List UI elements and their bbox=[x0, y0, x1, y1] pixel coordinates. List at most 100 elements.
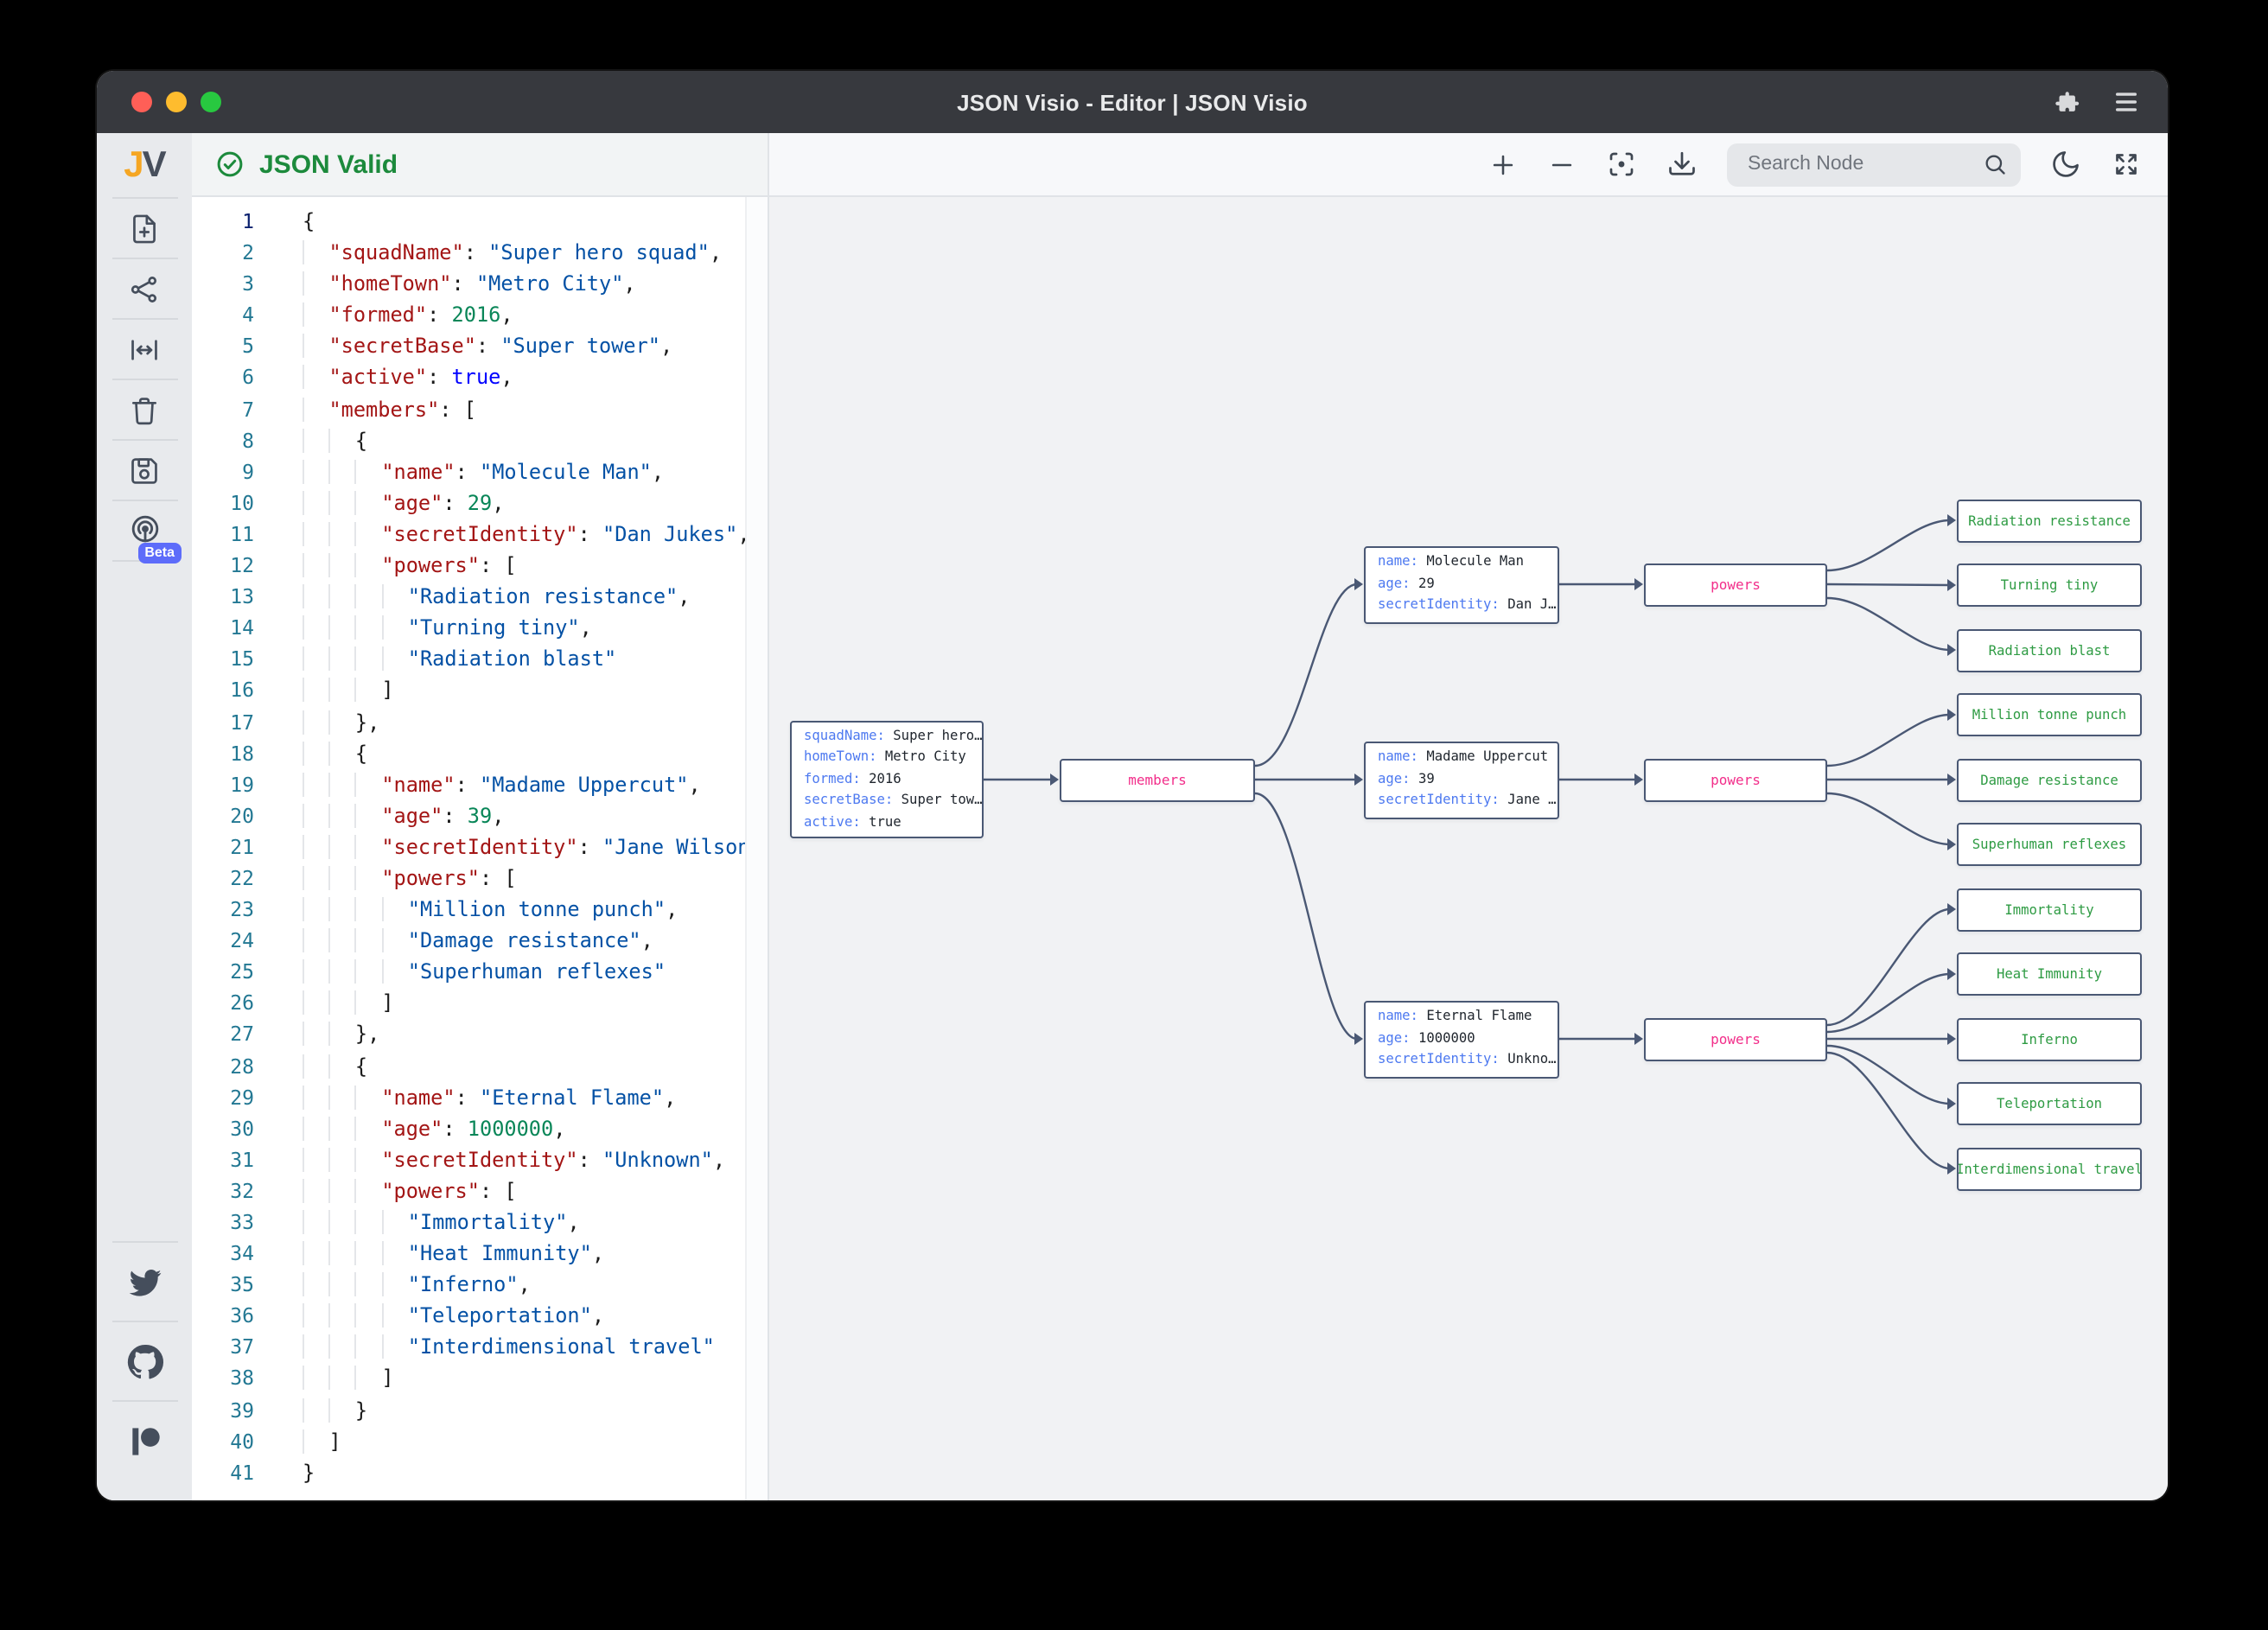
editor-line[interactable]: 5 "secretBase": "Super tower", bbox=[192, 331, 768, 362]
zoom-in-button[interactable] bbox=[1488, 150, 1518, 179]
editor-line[interactable]: 30 "age": 1000000, bbox=[192, 1112, 768, 1143]
graph-node-p1[interactable]: powers bbox=[1644, 563, 1827, 606]
graph-node-m3[interactable]: name: Eternal Flameage: 1000000secretIde… bbox=[1364, 1000, 1559, 1078]
editor-line[interactable]: 10 "age": 29, bbox=[192, 487, 768, 519]
editor-line[interactable]: 12 "powers": [ bbox=[192, 550, 768, 581]
editor-line[interactable]: 13 "Radiation resistance", bbox=[192, 581, 768, 612]
clear-json-button[interactable] bbox=[97, 380, 192, 439]
editor-line[interactable]: 28 { bbox=[192, 1050, 768, 1081]
graph-node-l3[interactable]: Radiation blast bbox=[1957, 628, 2142, 672]
graph-node-p3[interactable]: powers bbox=[1644, 1017, 1827, 1060]
graph-node-members[interactable]: members bbox=[1060, 758, 1255, 801]
editor-line[interactable]: 9 "name": "Molecule Man", bbox=[192, 456, 768, 487]
editor-line[interactable]: 2 "squadName": "Super hero squad", bbox=[192, 237, 768, 268]
editor-line[interactable]: 31 "secretIdentity": "Unknown", bbox=[192, 1144, 768, 1175]
graph-node-l5[interactable]: Damage resistance bbox=[1957, 758, 2142, 801]
editor-line[interactable]: 6 "active": true, bbox=[192, 362, 768, 393]
fit-width-icon bbox=[128, 333, 161, 366]
sidebar: JV bbox=[97, 133, 192, 1500]
editor-line[interactable]: 39 } bbox=[192, 1394, 768, 1425]
search-node-box bbox=[1727, 143, 2021, 186]
dark-mode-button[interactable] bbox=[2050, 149, 2081, 180]
api-beta-button[interactable]: Beta bbox=[97, 501, 192, 560]
editor-line[interactable]: 20 "age": 39, bbox=[192, 800, 768, 831]
line-number: 28 bbox=[192, 1050, 271, 1081]
browser-extension-puzzle-icon[interactable] bbox=[2052, 87, 2081, 117]
graph-node-m1[interactable]: name: Molecule Manage: 29secretIdentity:… bbox=[1364, 545, 1559, 623]
graph-node-l11[interactable]: Interdimensional travel bbox=[1957, 1147, 2142, 1190]
search-icon[interactable] bbox=[1983, 152, 2007, 176]
trash-icon bbox=[128, 393, 161, 426]
editor-line[interactable]: 4 "formed": 2016, bbox=[192, 300, 768, 331]
graph-node-l9[interactable]: Inferno bbox=[1957, 1017, 2142, 1060]
editor-line[interactable]: 18 { bbox=[192, 737, 768, 768]
graph-view-button[interactable] bbox=[97, 259, 192, 318]
graph-canvas[interactable]: squadName: Super hero…homeTown: Metro Ci… bbox=[769, 197, 2168, 1500]
fullscreen-button[interactable] bbox=[2111, 149, 2142, 180]
zoom-out-button[interactable] bbox=[1547, 150, 1577, 179]
maximize-window-button[interactable] bbox=[201, 92, 221, 112]
github-link[interactable] bbox=[97, 1322, 192, 1400]
graph-node-root[interactable]: squadName: Super hero…homeTown: Metro Ci… bbox=[790, 721, 984, 838]
editor-line[interactable]: 34 "Heat Immunity", bbox=[192, 1238, 768, 1269]
search-node-input[interactable] bbox=[1744, 152, 1972, 176]
editor-scrollbar[interactable] bbox=[745, 197, 768, 1500]
moon-icon bbox=[2050, 149, 2081, 180]
zoom-out-icon bbox=[1547, 150, 1577, 179]
save-button[interactable] bbox=[97, 441, 192, 500]
graph-node-l8[interactable]: Heat Immunity bbox=[1957, 952, 2142, 996]
line-number: 30 bbox=[192, 1112, 271, 1143]
json-editor[interactable]: 1{2 "squadName": "Super hero squad",3 "h… bbox=[192, 197, 769, 1500]
editor-line[interactable]: 1{ bbox=[192, 206, 768, 237]
editor-line[interactable]: 25 "Superhuman reflexes" bbox=[192, 957, 768, 988]
new-document-button[interactable] bbox=[97, 199, 192, 258]
editor-line[interactable]: 41} bbox=[192, 1457, 768, 1488]
editor-line[interactable]: 23 "Million tonne punch", bbox=[192, 894, 768, 925]
editor-line[interactable]: 40 ] bbox=[192, 1425, 768, 1456]
app-logo[interactable]: JV bbox=[124, 133, 164, 197]
editor-line[interactable]: 15 "Radiation blast" bbox=[192, 644, 768, 675]
editor-line[interactable]: 14 "Turning tiny", bbox=[192, 612, 768, 643]
graph-node-l1[interactable]: Radiation resistance bbox=[1957, 499, 2142, 542]
editor-line[interactable]: 21 "secretIdentity": "Jane Wilson", bbox=[192, 831, 768, 863]
editor-line[interactable]: 29 "name": "Eternal Flame", bbox=[192, 1081, 768, 1112]
line-number: 32 bbox=[192, 1175, 271, 1207]
editor-line[interactable]: 38 ] bbox=[192, 1363, 768, 1394]
editor-line[interactable]: 7 "members": [ bbox=[192, 393, 768, 424]
editor-line[interactable]: 19 "name": "Madame Uppercut", bbox=[192, 768, 768, 799]
stage: JSON Visio - Editor | JSON Visio bbox=[0, 0, 2268, 1630]
minimize-window-button[interactable] bbox=[166, 92, 187, 112]
editor-line[interactable]: 3 "homeTown": "Metro City", bbox=[192, 268, 768, 299]
graph-node-l7[interactable]: Immortality bbox=[1957, 888, 2142, 931]
editor-line[interactable]: 11 "secretIdentity": "Dan Jukes", bbox=[192, 519, 768, 550]
center-view-button[interactable] bbox=[1606, 149, 1637, 180]
editor-line[interactable]: 32 "powers": [ bbox=[192, 1175, 768, 1207]
graph-node-l6[interactable]: Superhuman reflexes bbox=[1957, 823, 2142, 866]
editor-line[interactable]: 24 "Damage resistance", bbox=[192, 925, 768, 956]
editor-line[interactable]: 26 ] bbox=[192, 988, 768, 1019]
fit-width-button[interactable] bbox=[97, 320, 192, 379]
line-number: 20 bbox=[192, 800, 271, 831]
editor-line[interactable]: 17 }, bbox=[192, 706, 768, 737]
editor-line[interactable]: 37 "Interdimensional travel" bbox=[192, 1332, 768, 1363]
editor-line[interactable]: 16 ] bbox=[192, 675, 768, 706]
download-button[interactable] bbox=[1666, 149, 1698, 180]
graph-node-l10[interactable]: Teleportation bbox=[1957, 1082, 2142, 1125]
graph-node-p2[interactable]: powers bbox=[1644, 758, 1827, 801]
menu-hamburger-icon[interactable] bbox=[2112, 90, 2140, 114]
twitter-link[interactable] bbox=[97, 1243, 192, 1321]
graph-node-l2[interactable]: Turning tiny bbox=[1957, 563, 2142, 607]
graph-node-m2[interactable]: name: Madame Uppercutage: 39secretIdenti… bbox=[1364, 741, 1559, 818]
line-number: 3 bbox=[192, 268, 271, 299]
editor-line[interactable]: 22 "powers": [ bbox=[192, 863, 768, 894]
close-window-button[interactable] bbox=[131, 92, 152, 112]
editor-line[interactable]: 33 "Immortality", bbox=[192, 1207, 768, 1238]
editor-line[interactable]: 27 }, bbox=[192, 1019, 768, 1050]
editor-line[interactable]: 8 { bbox=[192, 424, 768, 455]
graph-node-l4[interactable]: Million tonne punch bbox=[1957, 693, 2142, 736]
line-number: 7 bbox=[192, 393, 271, 424]
line-number: 16 bbox=[192, 675, 271, 706]
patreon-link[interactable] bbox=[97, 1402, 192, 1480]
editor-line[interactable]: 36 "Teleportation", bbox=[192, 1301, 768, 1332]
editor-line[interactable]: 35 "Inferno", bbox=[192, 1269, 768, 1300]
